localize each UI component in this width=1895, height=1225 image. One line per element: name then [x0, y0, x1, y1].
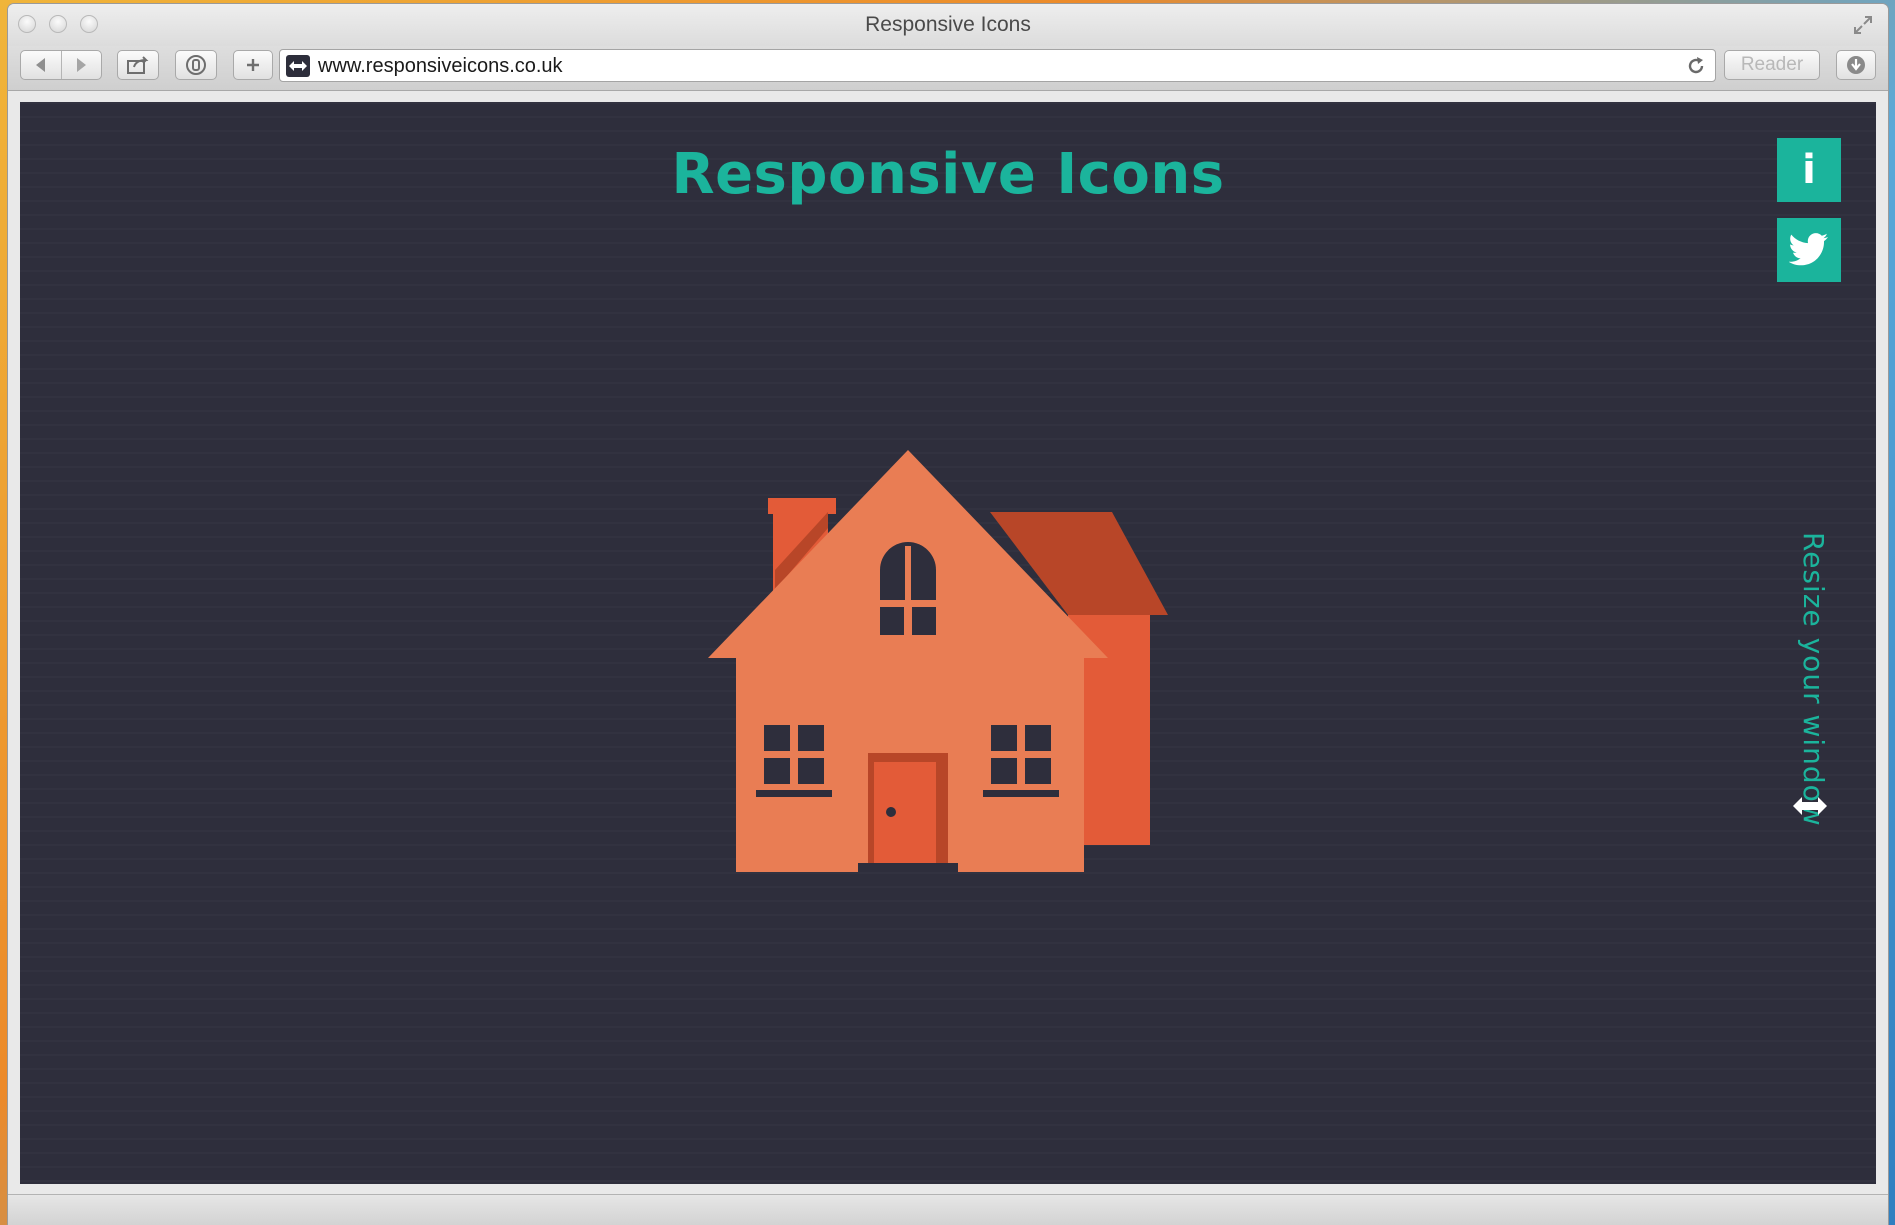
browser-window: Responsive Icons www.responsiveicons.co.… [8, 4, 1888, 1225]
web-page: Responsive Icons i Resize your window [20, 102, 1876, 1184]
resize-hint-text: Resize your window [1797, 532, 1830, 827]
share-icon [127, 56, 149, 74]
title-bar: Responsive Icons [8, 4, 1888, 46]
status-bar [8, 1194, 1888, 1225]
url-text: www.responsiveicons.co.uk [318, 55, 563, 77]
window-title: Responsive Icons [865, 13, 1031, 36]
reader-button[interactable]: Reader [1724, 50, 1820, 80]
reload-icon[interactable] [1685, 55, 1707, 77]
house-icon [708, 450, 1168, 872]
download-button[interactable] [1836, 50, 1876, 80]
plus-icon [247, 59, 259, 71]
page-title: Responsive Icons [671, 142, 1225, 207]
share-button[interactable] [117, 50, 159, 80]
resize-hint: Resize your window [1790, 532, 1830, 827]
site-favicon [286, 55, 310, 77]
double-arrow-icon [289, 61, 307, 71]
fullscreen-icon[interactable] [1852, 14, 1874, 36]
navigation-buttons [20, 50, 102, 80]
twitter-button[interactable] [1777, 218, 1841, 282]
address-bar[interactable]: www.responsiveicons.co.uk [279, 49, 1716, 82]
browser-toolbar: www.responsiveicons.co.uk Reader [8, 46, 1888, 91]
info-icon: i [1802, 147, 1816, 193]
back-arrow-icon [35, 58, 45, 72]
horizontal-double-arrow-icon [1793, 797, 1827, 815]
top-sites-icon [186, 55, 206, 75]
new-tab-button[interactable] [233, 50, 273, 80]
top-sites-button[interactable] [175, 50, 217, 80]
back-button[interactable] [21, 51, 62, 79]
info-button[interactable]: i [1777, 138, 1841, 202]
forward-button[interactable] [62, 51, 102, 79]
twitter-bird-icon [1789, 233, 1828, 266]
forward-arrow-icon [77, 58, 87, 72]
download-icon [1847, 56, 1865, 74]
